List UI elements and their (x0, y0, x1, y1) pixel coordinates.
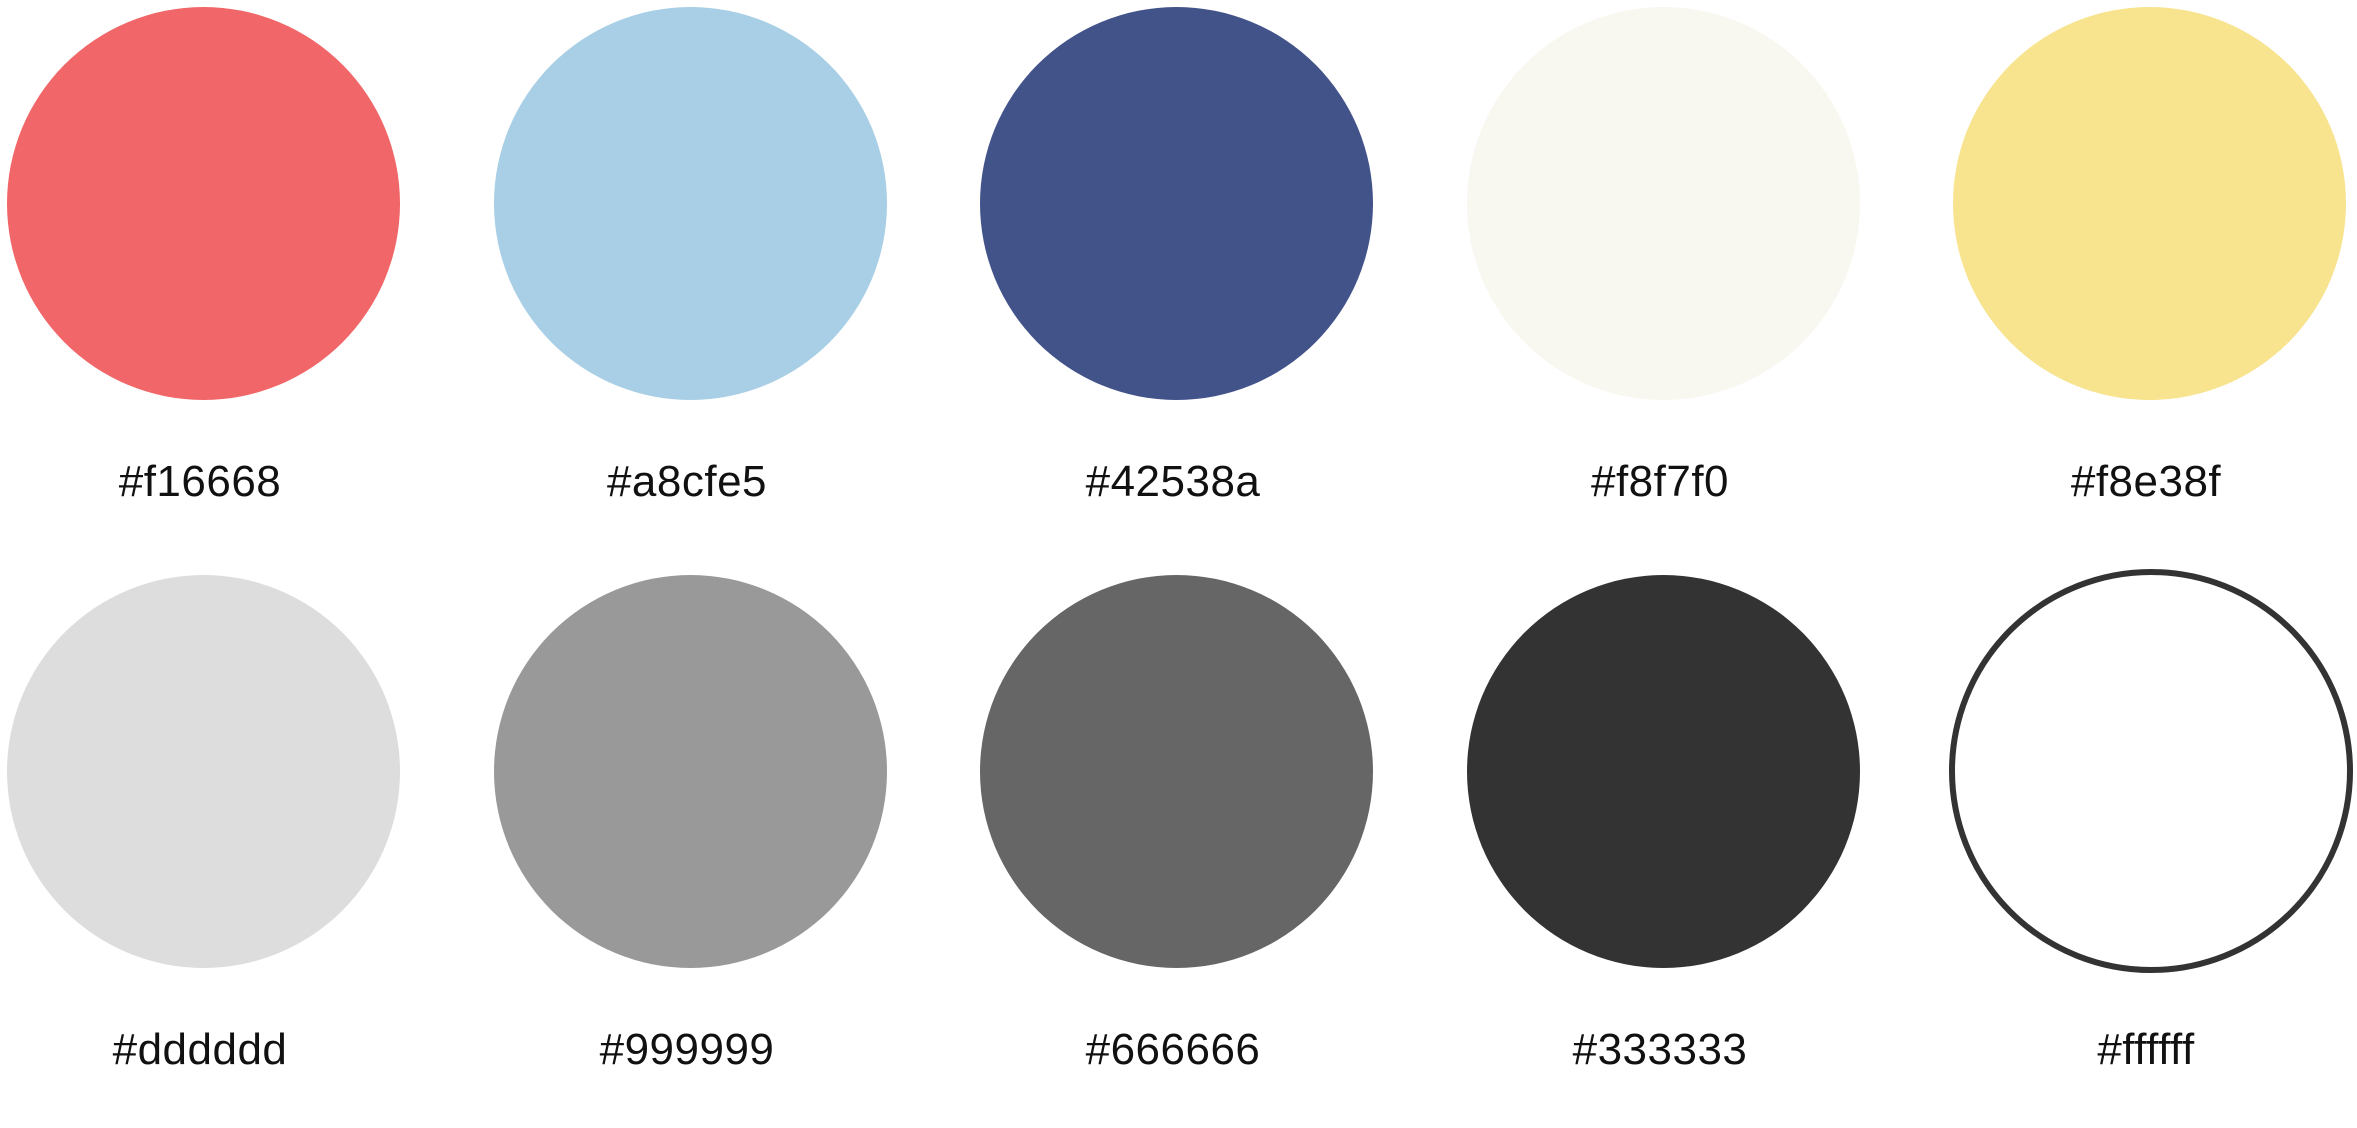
color-circle (494, 7, 887, 400)
swatch-ffffff: #ffffff (1946, 568, 2353, 1128)
swatch-dddddd: #dddddd (0, 568, 400, 1128)
color-circle (980, 575, 1373, 968)
color-circle (980, 7, 1373, 400)
swatch-a8cfe5: #a8cfe5 (487, 0, 887, 560)
swatch-42538a: #42538a (973, 0, 1373, 560)
color-circle (1949, 569, 2353, 973)
color-code-label: #a8cfe5 (606, 457, 768, 506)
color-code-label: #f8f7f0 (1590, 457, 1730, 506)
swatch-999999: #999999 (487, 568, 887, 1128)
color-circle (1467, 7, 1860, 400)
color-circle (7, 7, 400, 400)
color-code-label: #999999 (599, 1025, 775, 1074)
swatch-f8f7f0: #f8f7f0 (1460, 0, 1860, 560)
color-circle (1467, 575, 1860, 968)
color-code-label: #42538a (1085, 457, 1261, 506)
color-code-label: #f8e38f (2070, 457, 2222, 506)
swatch-f16668: #f16668 (0, 0, 400, 560)
color-palette: #f16668 #a8cfe5 #42538a #f8f7f0 #f8e38f … (0, 0, 2357, 1093)
color-code-label: #dddddd (112, 1025, 288, 1074)
color-circle (7, 575, 400, 968)
swatch-666666: #666666 (973, 568, 1373, 1128)
color-code-label: #f16668 (118, 457, 282, 506)
color-code-label: #666666 (1085, 1025, 1261, 1074)
swatch-f8e38f: #f8e38f (1946, 0, 2346, 560)
color-circle (494, 575, 887, 968)
color-code-label: #333333 (1572, 1025, 1748, 1074)
color-code-label: #ffffff (2097, 1025, 2195, 1074)
swatch-333333: #333333 (1460, 568, 1860, 1128)
color-circle (1953, 7, 2346, 400)
